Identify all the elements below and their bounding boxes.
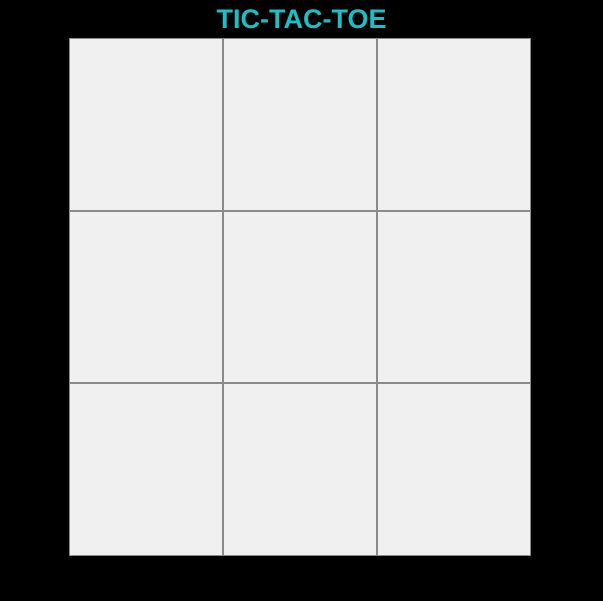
game-window: TIC-TAC-TOE: [0, 0, 603, 601]
board-cell-1-2[interactable]: [223, 38, 377, 211]
game-title: TIC-TAC-TOE: [216, 4, 387, 34]
board-cell-3-2[interactable]: [223, 383, 377, 556]
board-cell-3-1[interactable]: [69, 383, 223, 556]
board-cell-2-1[interactable]: [69, 210, 223, 384]
board-cell-2-2[interactable]: [223, 210, 377, 384]
board-cell-1-3[interactable]: [377, 38, 531, 211]
board-cell-2-3[interactable]: [377, 210, 531, 384]
board-cell-3-3[interactable]: [377, 383, 531, 556]
board-cell-1-1[interactable]: [69, 38, 223, 211]
game-board: [69, 38, 531, 556]
